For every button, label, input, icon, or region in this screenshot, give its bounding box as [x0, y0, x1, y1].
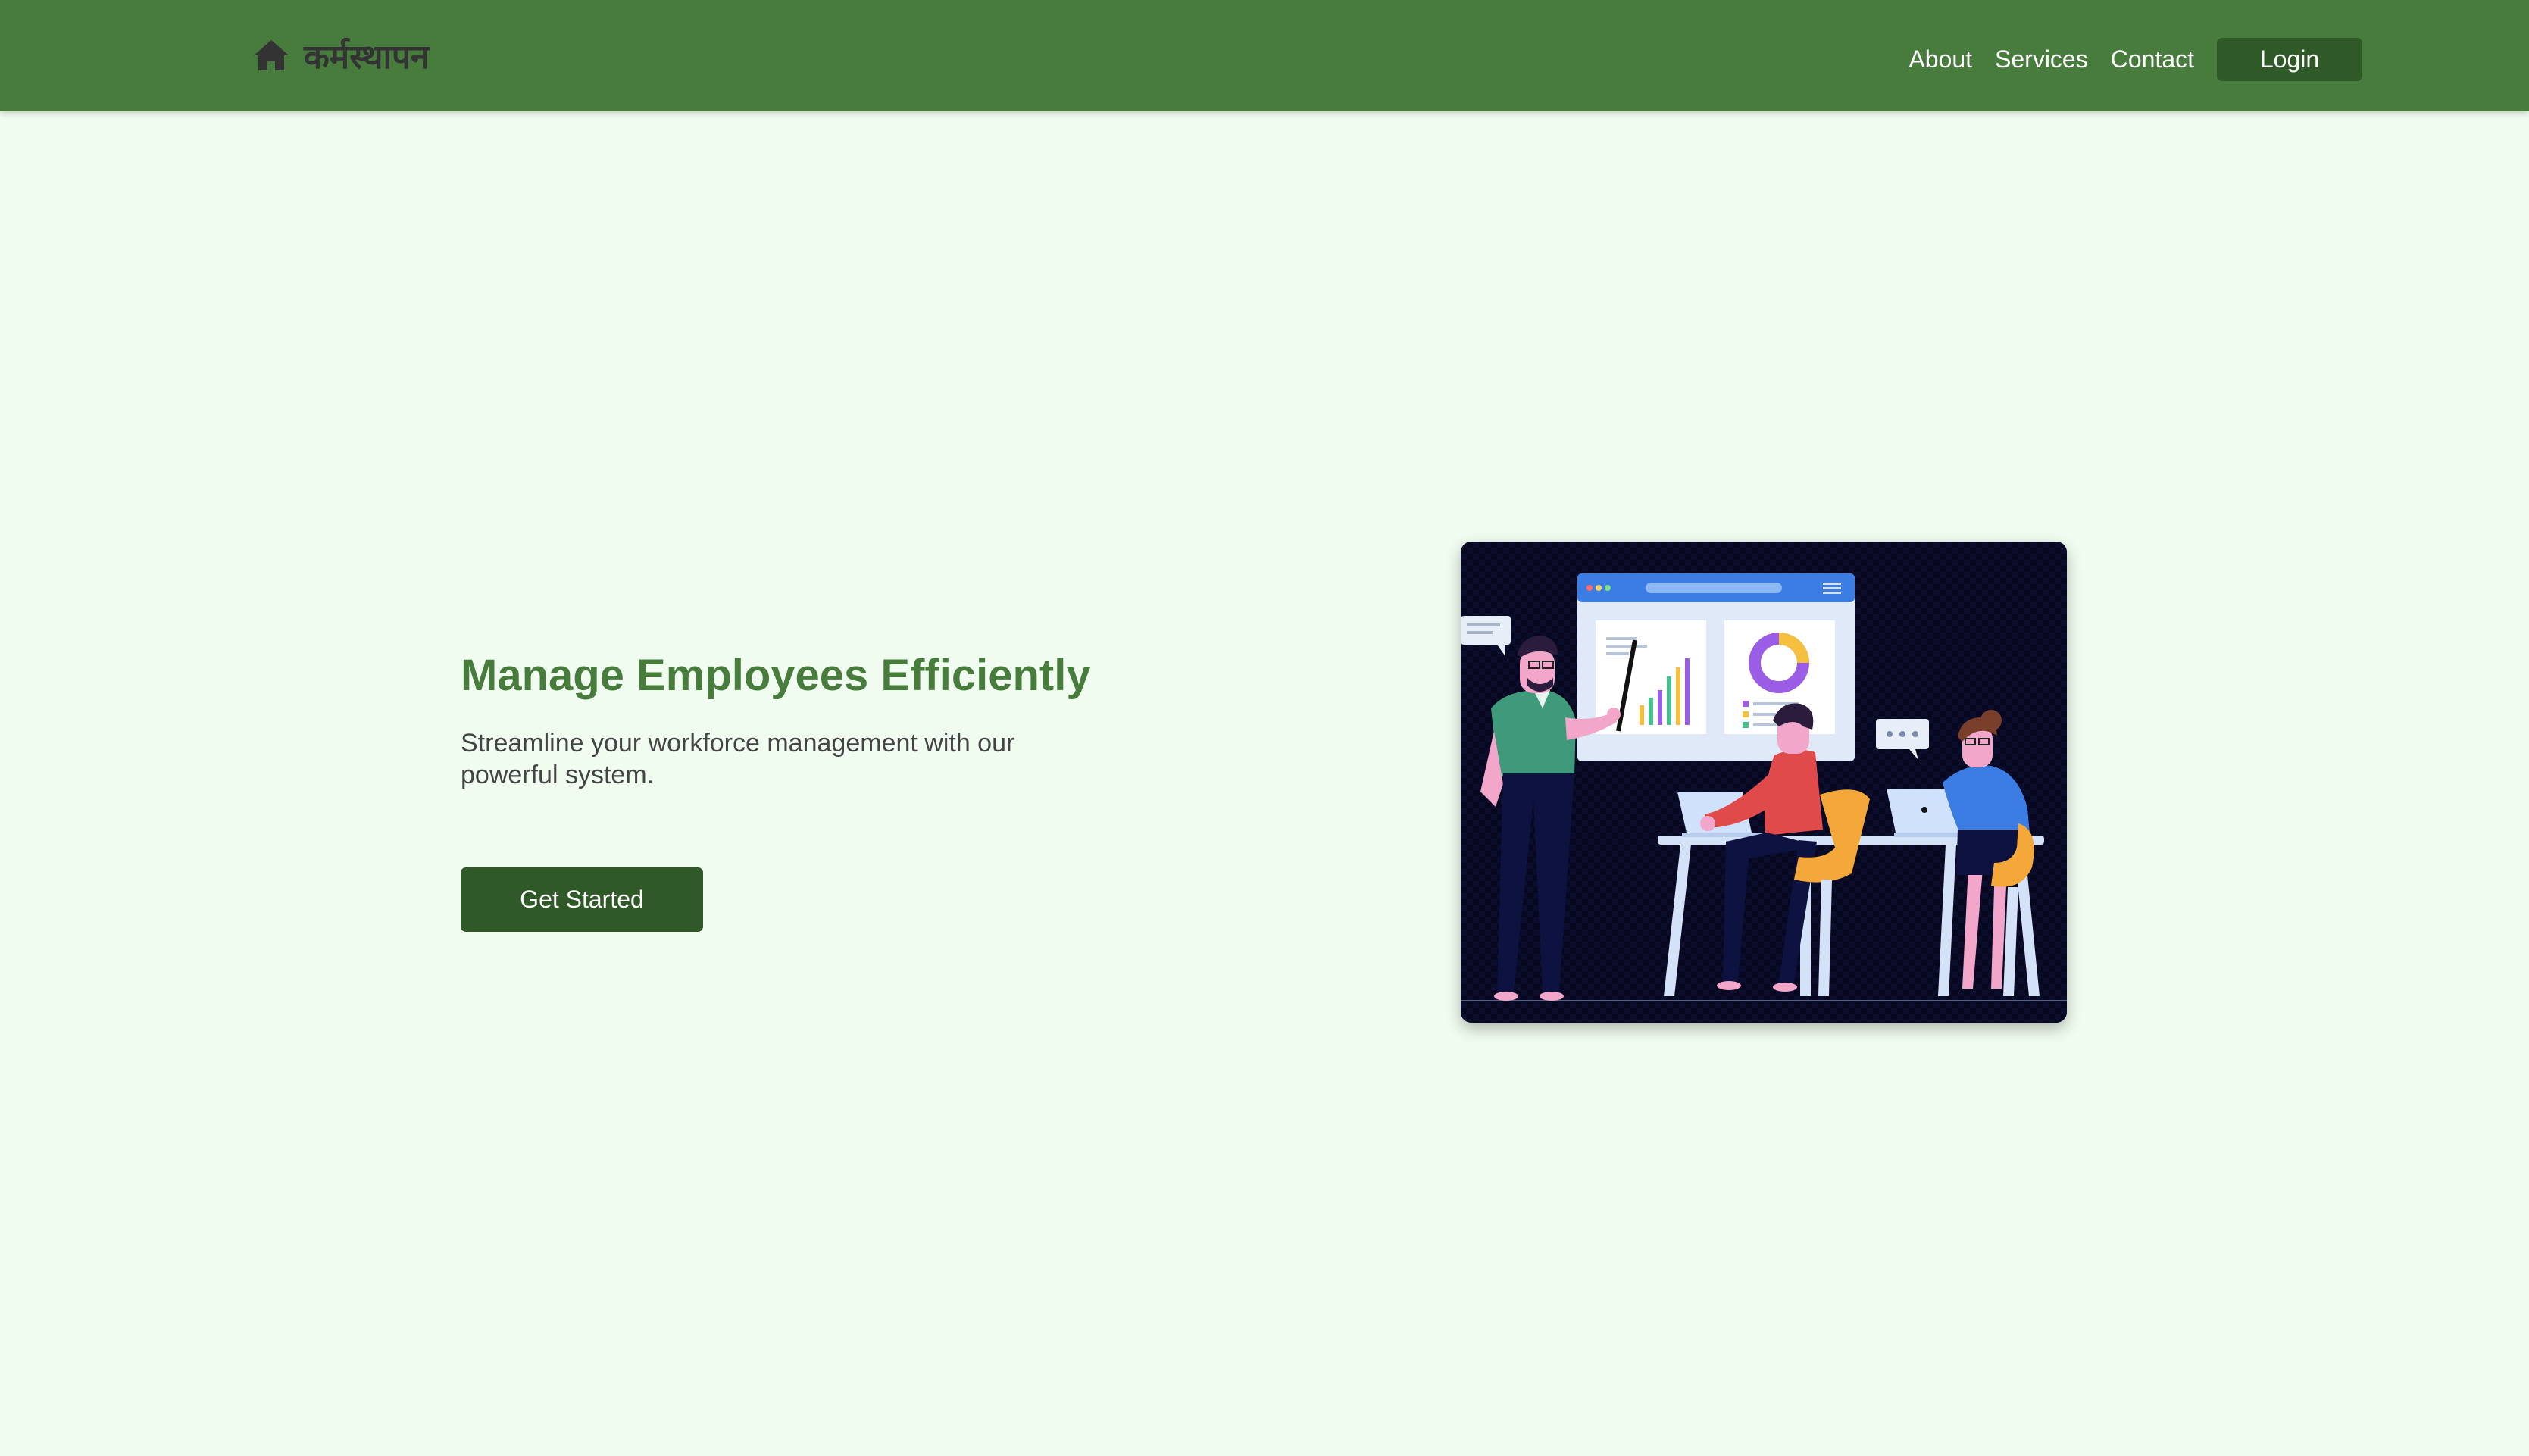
nav-link-about[interactable]: About — [1908, 45, 1972, 73]
login-button[interactable]: Login — [2217, 38, 2362, 81]
team-meeting-illustration-svg — [1461, 542, 2067, 1023]
hero-title: Manage Employees Efficiently — [461, 651, 1091, 700]
home-icon — [254, 40, 289, 70]
team-meeting-illustration — [1461, 542, 2067, 1023]
nav-link-services[interactable]: Services — [1995, 45, 2088, 73]
top-navbar: कर्मस्थापन About Services Contact Login — [0, 0, 2529, 111]
get-started-button[interactable]: Get Started — [461, 867, 703, 932]
hero-text: Manage Employees Efficiently Streamline … — [461, 651, 1143, 792]
hero-subtitle: Streamline your workforce management wit… — [461, 728, 1015, 790]
nav-links: About Services Contact Login — [1908, 38, 2362, 81]
brand-name: कर्मस्थापन — [304, 38, 430, 77]
brand-logo[interactable]: कर्मस्थापन — [252, 30, 429, 80]
nav-link-contact[interactable]: Contact — [2111, 45, 2194, 73]
